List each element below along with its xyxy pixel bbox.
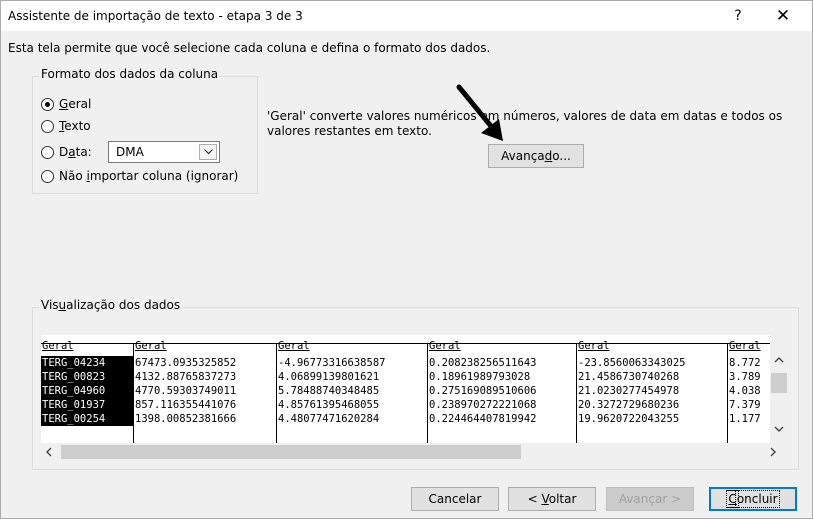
- column-format-legend: Formato dos dados da coluna: [39, 67, 221, 81]
- table-cell[interactable]: 4132.88765837273: [134, 370, 276, 384]
- vertical-scroll-thumb[interactable]: [771, 373, 787, 393]
- annotation-arrow-icon: [456, 84, 503, 141]
- table-cell[interactable]: 0.224464407819942: [428, 412, 576, 426]
- chevron-down-icon[interactable]: [199, 144, 217, 160]
- radio-general[interactable]: Geral: [41, 97, 91, 111]
- date-format-select[interactable]: DMA: [108, 141, 220, 163]
- table-cell[interactable]: 0.238970272221068: [428, 398, 576, 412]
- table-cell[interactable]: 0.18961989793028: [428, 370, 576, 384]
- table-cell[interactable]: TERG_00823: [41, 370, 133, 384]
- table-cell[interactable]: 0.275169089510606: [428, 384, 576, 398]
- table-cell[interactable]: 4.48077471620284: [277, 412, 427, 426]
- table-cell[interactable]: 4.85761395468055: [277, 398, 427, 412]
- table-cell[interactable]: 67473.0935325852: [134, 356, 276, 370]
- radio-date-indicator[interactable]: [41, 145, 54, 159]
- scroll-right-icon[interactable]: [770, 447, 776, 457]
- table-cell[interactable]: 20.3272729680236: [577, 398, 727, 412]
- table-cell[interactable]: 7.379: [728, 398, 770, 412]
- radio-skip-indicator[interactable]: [41, 169, 54, 183]
- column-divider: [576, 343, 577, 443]
- table-cell[interactable]: -4.96773316638587: [277, 356, 427, 370]
- import-wizard-dialog: Assistente de importação de texto - etap…: [0, 0, 813, 519]
- column-divider: [276, 343, 277, 443]
- column-header[interactable]: Geral: [134, 339, 276, 353]
- cancel-button[interactable]: Cancelar: [411, 487, 499, 511]
- table-cell[interactable]: 1.177: [728, 412, 770, 426]
- scroll-left-icon[interactable]: [46, 447, 52, 457]
- table-cell[interactable]: -23.8560063343025: [577, 356, 727, 370]
- data-preview-grid[interactable]: Geral Geral Geral Geral Geral Geral TERG…: [41, 335, 770, 443]
- radio-text-label: Texto: [59, 119, 91, 133]
- table-cell[interactable]: 857.116355441076: [134, 398, 276, 412]
- finish-button[interactable]: Concluir: [709, 487, 797, 511]
- radio-general-label: Geral: [59, 97, 92, 111]
- table-cell[interactable]: 8.772: [728, 356, 770, 370]
- next-button[interactable]: Avançar >: [606, 487, 694, 511]
- table-cell[interactable]: 4770.59303749011: [134, 384, 276, 398]
- table-cell[interactable]: TERG_04960: [41, 384, 133, 398]
- date-format-value: DMA: [116, 145, 144, 159]
- radio-date[interactable]: Data:: [41, 145, 92, 159]
- table-cell[interactable]: 19.9620722043255: [577, 412, 727, 426]
- help-button[interactable]: ?: [723, 5, 753, 27]
- radio-skip-label: Não importar coluna (ignorar): [59, 169, 239, 183]
- horizontal-scrollbar[interactable]: [41, 443, 788, 461]
- column-header[interactable]: Geral: [577, 339, 727, 353]
- intro-text: Esta tela permite que você selecione cad…: [8, 41, 491, 55]
- radio-text[interactable]: Texto: [41, 119, 91, 133]
- table-cell[interactable]: 3.789: [728, 370, 770, 384]
- format-description: 'Geral' converte valores numéricos em nú…: [267, 109, 783, 138]
- column-header[interactable]: Geral: [728, 339, 770, 353]
- vertical-scrollbar[interactable]: [770, 335, 788, 443]
- window-title: Assistente de importação de texto - etap…: [8, 9, 303, 23]
- table-cell[interactable]: 5.78488740348485: [277, 384, 427, 398]
- horizontal-scroll-thumb[interactable]: [61, 445, 521, 459]
- back-button[interactable]: < Voltar: [508, 487, 596, 511]
- radio-skip-column[interactable]: Não importar coluna (ignorar): [41, 169, 238, 183]
- table-cell[interactable]: TERG_01937: [41, 398, 133, 412]
- column-header[interactable]: Geral: [41, 339, 133, 353]
- table-cell[interactable]: 21.4586730740268: [577, 370, 727, 384]
- radio-general-indicator[interactable]: [41, 97, 54, 111]
- table-cell[interactable]: 21.0230277454978: [577, 384, 727, 398]
- column-divider: [133, 343, 134, 443]
- table-cell[interactable]: 4.038: [728, 384, 770, 398]
- title-bar: Assistente de importação de texto - etap…: [1, 1, 812, 31]
- data-preview-label: Visualização dos dados: [39, 298, 183, 312]
- scroll-up-icon[interactable]: [774, 357, 784, 363]
- column-divider: [427, 343, 428, 443]
- radio-text-indicator[interactable]: [41, 119, 54, 133]
- radio-date-label: Data:: [59, 145, 92, 159]
- advanced-button[interactable]: Avançado...: [488, 144, 584, 168]
- table-cell[interactable]: TERG_04234: [41, 356, 133, 370]
- table-cell[interactable]: 0.208238256511643: [428, 356, 576, 370]
- close-button[interactable]: ✕: [768, 5, 798, 27]
- table-cell[interactable]: TERG_00254: [41, 412, 133, 426]
- column-header[interactable]: Geral: [428, 339, 576, 353]
- column-header[interactable]: Geral: [277, 339, 427, 353]
- column-divider: [727, 343, 728, 443]
- scroll-down-icon[interactable]: [774, 426, 784, 432]
- table-cell[interactable]: 4.06899139801621: [277, 370, 427, 384]
- table-cell[interactable]: 1398.00852381666: [134, 412, 276, 426]
